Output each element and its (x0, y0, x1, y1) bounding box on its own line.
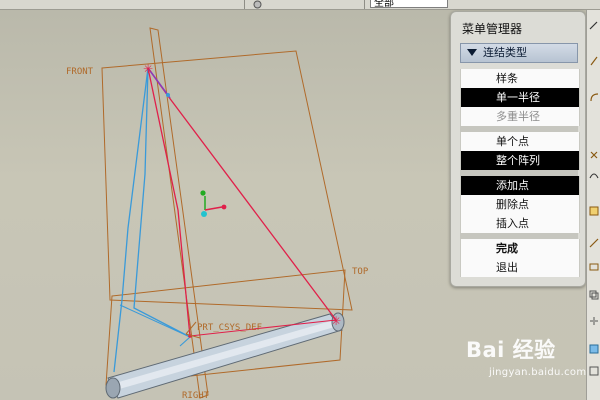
blue-curve-3 (119, 304, 191, 347)
baidu-jingyan-watermark: Bai 经验 jingyan.baidu.com (466, 334, 586, 390)
connection-type-label: 连结类型 (483, 46, 527, 59)
menu-item-single-radius[interactable]: 单一半径 (461, 88, 579, 107)
menu-item-done[interactable]: 完成 (461, 239, 579, 258)
right-toolbar (586, 10, 600, 400)
menu-item-whole-array[interactable]: 整个阵列 (461, 151, 579, 170)
pencil-icon[interactable] (589, 20, 599, 30)
menu-group-point-scope: 单个点 整个阵列 (460, 132, 580, 170)
connection-type-header[interactable]: 连结类型 (460, 43, 578, 63)
angle-icon[interactable] (589, 56, 599, 66)
plane-icon[interactable] (589, 262, 599, 272)
vertex-markers: ✳ ✳ (143, 62, 341, 338)
menu-manager-title: 菜单管理器 (462, 22, 523, 36)
svg-text:✳: ✳ (331, 314, 341, 328)
cross-icon[interactable] (589, 150, 599, 160)
feature-icon[interactable] (589, 344, 599, 354)
menu-item-delete-point[interactable]: 删除点 (461, 195, 579, 214)
menu-group-point-ops: 添加点 删除点 插入点 (460, 176, 580, 233)
menu-item-add-point[interactable]: 添加点 (461, 176, 579, 195)
front-datum-plane (101, 50, 353, 311)
front-plane-label: FRONT (66, 67, 94, 77)
svg-text:✳: ✳ (143, 62, 153, 76)
datum-icon[interactable] (589, 206, 599, 216)
watermark-url: jingyan.baidu.com (489, 367, 587, 378)
menu-item-quit[interactable]: 退出 (461, 258, 579, 277)
watermark-brand: Bai 经验 (466, 338, 556, 362)
csys-label: PRT_CSYS_DEF (197, 323, 262, 333)
menu-item-multiple-radius[interactable]: 多重半径 (461, 107, 579, 126)
top-plane-label: TOP (352, 267, 369, 277)
menu-group-actions: 完成 退出 (460, 239, 580, 277)
pattern-icon[interactable] (589, 366, 599, 376)
menu-item-insert-point[interactable]: 插入点 (461, 214, 579, 233)
coordinate-triad (200, 190, 227, 217)
copy-icon[interactable] (589, 290, 599, 300)
triangle-down-icon (467, 49, 477, 56)
curve-icon[interactable] (589, 170, 599, 180)
menu-manager-panel: 菜单管理器 连结类型 样条 单一半径 多重半径 单个点 整个阵列 添加点 删除点… (450, 11, 586, 287)
arc-icon[interactable] (589, 92, 599, 102)
sketch-icon[interactable] (589, 238, 599, 248)
mirror-icon[interactable] (589, 316, 599, 326)
menu-item-single-point[interactable]: 单个点 (461, 132, 579, 151)
right-plane-label: RIGHT (182, 391, 210, 400)
menu-group-connection: 样条 单一半径 多重半径 (460, 69, 580, 126)
blue-curve-1 (113, 67, 149, 373)
menu-item-spline[interactable]: 样条 (461, 69, 579, 88)
